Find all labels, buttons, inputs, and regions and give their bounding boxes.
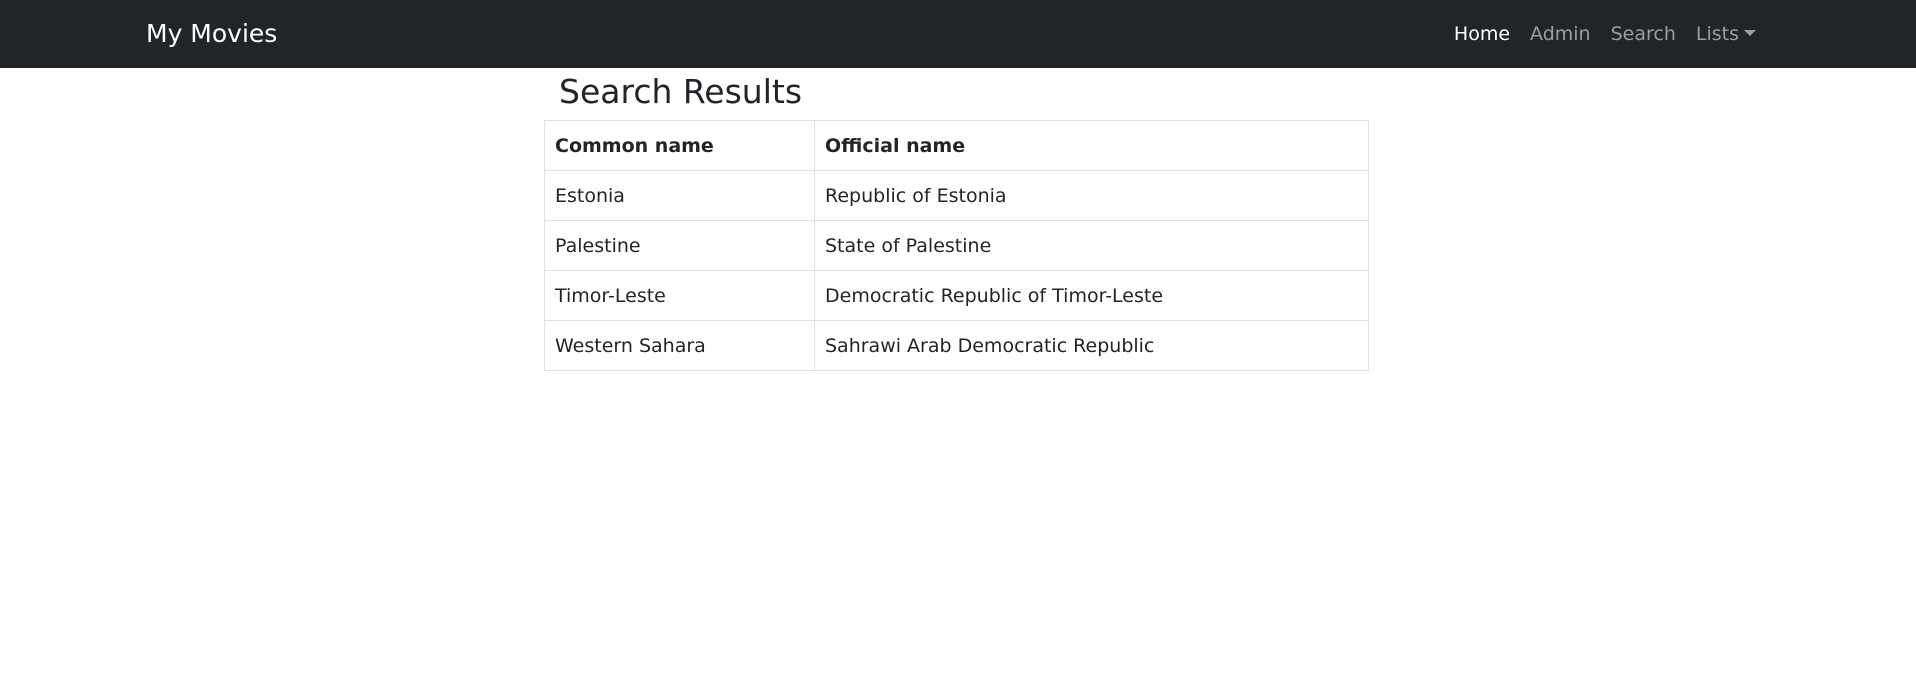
table-row: Western Sahara Sahrawi Arab Democratic R… — [544, 320, 1369, 371]
cell-official-name: State of Palestine — [814, 220, 1369, 271]
table-row: Timor-Leste Democratic Republic of Timor… — [544, 270, 1369, 321]
cell-official-name: Democratic Republic of Timor-Leste — [814, 270, 1369, 321]
brand-link[interactable]: My Movies — [146, 0, 277, 68]
cell-common-name: Timor-Leste — [544, 270, 815, 321]
column-header-official-name: Official name — [814, 120, 1369, 171]
nav-link-admin[interactable]: Admin — [1530, 23, 1591, 45]
cell-common-name: Estonia — [544, 170, 815, 221]
nav-link-home[interactable]: Home — [1454, 23, 1510, 45]
cell-official-name: Republic of Estonia — [814, 170, 1369, 221]
table-row: Estonia Republic of Estonia — [544, 170, 1369, 221]
cell-common-name: Western Sahara — [544, 320, 815, 371]
page-title: Search Results — [559, 72, 803, 111]
results-table: Common name Official name Estonia Republ… — [544, 120, 1369, 371]
cell-common-name: Palestine — [544, 220, 815, 271]
table-row: Palestine State of Palestine — [544, 220, 1369, 271]
cell-official-name: Sahrawi Arab Democratic Republic — [814, 320, 1369, 371]
nav-link-lists-dropdown[interactable]: Lists — [1696, 23, 1756, 45]
nav-link-lists-label: Lists — [1695, 23, 1739, 45]
nav-link-search[interactable]: Search — [1611, 23, 1676, 45]
navbar: My Movies Home Admin Search Lists — [0, 0, 1916, 68]
caret-down-icon — [1744, 30, 1756, 36]
table-header-row: Common name Official name — [544, 120, 1369, 171]
column-header-common-name: Common name — [544, 120, 815, 171]
nav-links: Home Admin Search Lists — [1454, 0, 1756, 68]
